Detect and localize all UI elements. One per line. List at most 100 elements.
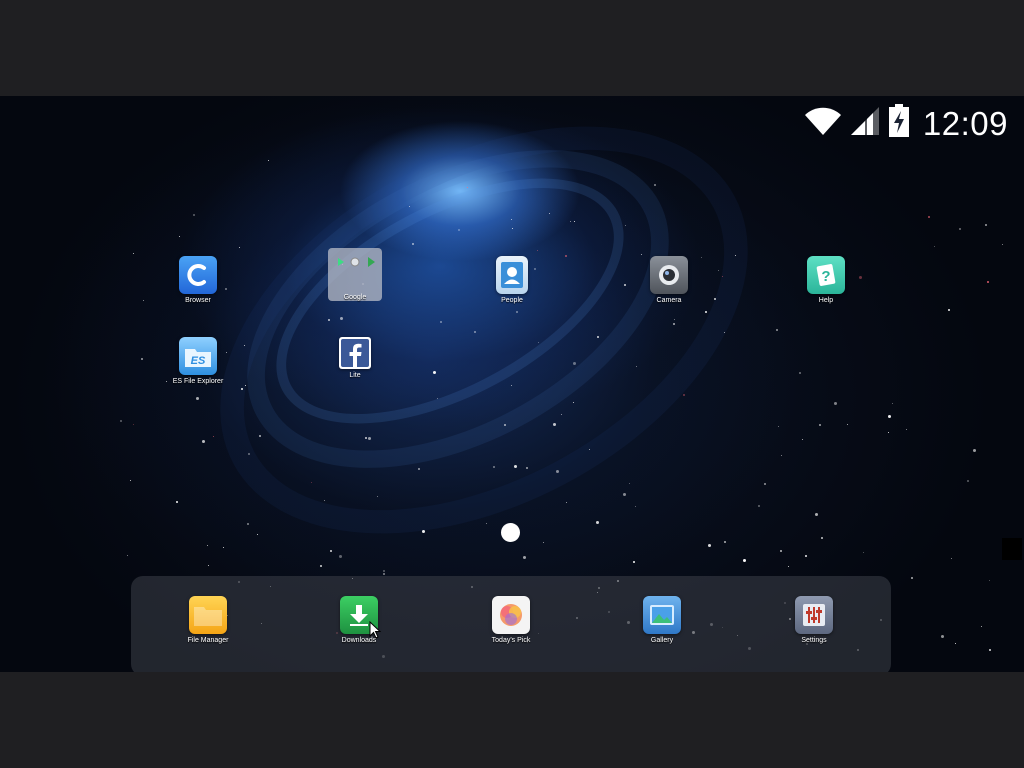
folder-icon	[189, 596, 227, 634]
app-facebook-lite[interactable]: Lite	[315, 337, 395, 379]
dock-app-file-manager[interactable]: File Manager	[168, 596, 248, 644]
star	[705, 311, 707, 313]
dock-app-settings[interactable]: Settings	[774, 596, 854, 644]
status-time: 12:09	[922, 104, 1008, 142]
star	[981, 626, 982, 627]
star	[708, 544, 711, 547]
star	[834, 402, 837, 405]
star	[573, 402, 574, 403]
star	[951, 558, 952, 559]
star	[959, 228, 961, 230]
star	[714, 298, 716, 300]
dock-app-todays-pick[interactable]: Today's Pick	[471, 596, 551, 644]
star	[989, 649, 991, 651]
star	[330, 550, 332, 552]
star	[635, 506, 636, 507]
star	[987, 281, 989, 283]
star	[724, 541, 726, 543]
app-label: Camera	[656, 297, 682, 304]
gallery-icon	[643, 596, 681, 634]
star	[815, 513, 818, 516]
star	[324, 500, 325, 501]
star	[776, 329, 778, 331]
star	[538, 342, 539, 343]
star	[985, 224, 987, 226]
signal-icon	[849, 105, 881, 142]
app-help[interactable]: ? Help	[786, 256, 866, 304]
star	[735, 255, 736, 256]
star	[805, 555, 807, 557]
star	[967, 480, 969, 482]
star	[368, 437, 371, 440]
star	[574, 221, 575, 222]
help-icon: ?	[807, 256, 845, 294]
app-camera[interactable]: Camera	[629, 256, 709, 304]
star	[239, 247, 240, 248]
star	[941, 635, 944, 638]
dock-app-gallery[interactable]: Gallery	[622, 596, 702, 644]
star	[888, 432, 889, 433]
page-indicator-dot	[501, 523, 520, 542]
app-browser[interactable]: Browser	[158, 256, 238, 304]
wifi-icon	[803, 105, 843, 142]
star	[257, 534, 258, 535]
star	[179, 236, 180, 237]
star	[511, 385, 512, 386]
star	[339, 555, 342, 558]
star	[143, 300, 144, 301]
star	[241, 388, 243, 390]
star	[328, 319, 330, 321]
star	[377, 496, 378, 497]
star	[511, 219, 512, 220]
star	[570, 221, 571, 222]
dock-app-downloads[interactable]: Downloads	[319, 596, 399, 644]
google-folder-icon	[338, 257, 375, 267]
star	[526, 467, 528, 469]
star	[561, 414, 562, 415]
app-google[interactable]: Google	[315, 291, 395, 301]
star	[934, 246, 935, 247]
star	[636, 366, 637, 367]
app-label: ES File Explorer	[172, 378, 224, 385]
star	[458, 229, 460, 231]
app-label: Help	[818, 297, 834, 304]
star	[906, 429, 907, 430]
star	[778, 426, 779, 427]
app-es-file-explorer[interactable]: ES ES File Explorer	[158, 337, 238, 385]
star	[383, 570, 385, 572]
home-screen: 12:09 Browser Google People Camera ? Hel…	[0, 96, 1024, 672]
star	[674, 319, 675, 320]
star	[486, 523, 487, 524]
star	[596, 521, 599, 524]
star	[418, 468, 420, 470]
star	[989, 580, 990, 581]
star	[802, 439, 803, 440]
star	[724, 332, 725, 333]
star	[633, 561, 635, 563]
star	[127, 555, 128, 556]
edge-marker	[1002, 538, 1022, 560]
star	[948, 309, 950, 311]
facebook-lite-icon	[339, 337, 371, 369]
es-file-explorer-icon: ES	[179, 337, 217, 375]
star	[821, 537, 823, 539]
star	[223, 547, 224, 548]
star	[788, 566, 789, 567]
star	[625, 225, 626, 226]
star	[120, 420, 122, 422]
star	[888, 415, 891, 418]
star	[412, 243, 414, 245]
star	[589, 449, 590, 450]
app-people[interactable]: People	[472, 256, 552, 304]
star	[383, 573, 385, 575]
star	[409, 206, 410, 207]
browser-icon	[179, 256, 217, 294]
star	[320, 565, 322, 567]
star	[597, 336, 599, 338]
star	[566, 502, 567, 503]
todays-pick-icon	[492, 596, 530, 634]
star	[565, 255, 567, 257]
star	[474, 331, 476, 333]
star	[268, 160, 269, 161]
star	[514, 465, 517, 468]
